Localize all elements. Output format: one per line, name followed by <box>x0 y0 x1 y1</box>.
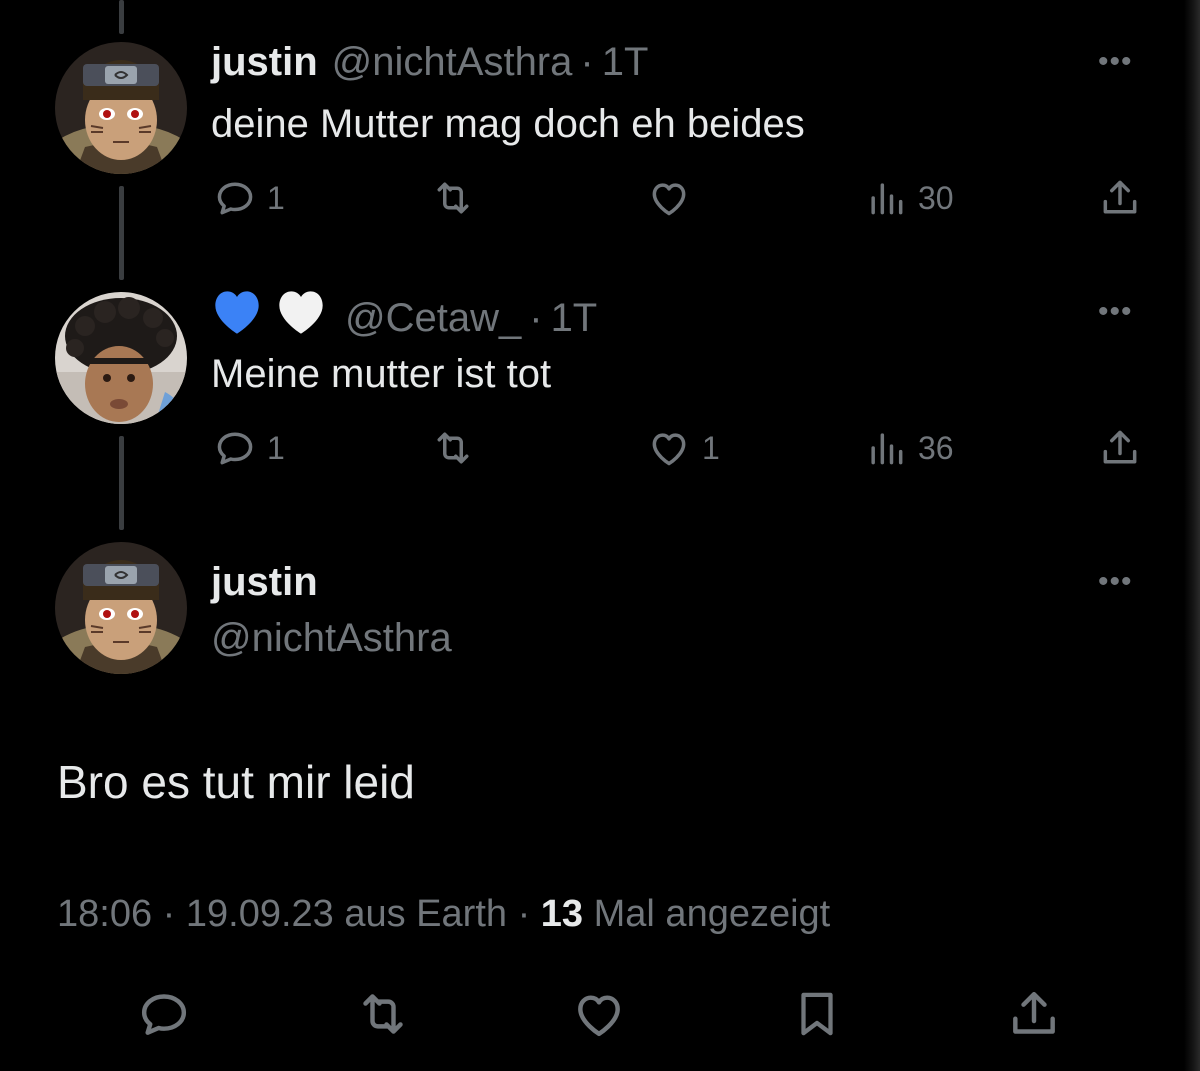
reply-icon <box>217 182 253 215</box>
time[interactable]: 18:06 <box>57 893 152 935</box>
share-button[interactable] <box>1006 986 1062 1042</box>
like-icon <box>652 433 686 466</box>
share-button[interactable] <box>1098 426 1142 470</box>
tweet-text: Bro es tut mir leid <box>57 756 415 808</box>
views-button[interactable]: 30 <box>864 176 954 220</box>
tweet-header: justin @nichtAsthra · 1T <box>211 38 648 86</box>
thread-line <box>119 436 124 530</box>
bookmark-button[interactable] <box>790 986 844 1042</box>
bookmark-icon <box>801 992 833 1036</box>
reply-icon <box>141 994 187 1035</box>
separator-dot: · <box>580 40 594 84</box>
share-icon <box>1103 430 1137 464</box>
display-name[interactable]: justin <box>211 558 318 606</box>
views-count: 13 <box>540 893 584 935</box>
avatar-justin[interactable] <box>55 42 187 174</box>
reply-count: 1 <box>267 179 285 216</box>
retweet-icon <box>437 182 469 214</box>
views-icon <box>871 183 903 215</box>
like-icon <box>578 995 620 1037</box>
tweet-meta: 18:06 · 19.09.23 aus Earth · 13 Mal ange… <box>57 890 830 938</box>
retweet-button[interactable] <box>352 986 414 1042</box>
avatar-justin[interactable] <box>55 542 187 674</box>
more-icon[interactable]: ••• <box>1098 47 1133 77</box>
views-count: 36 <box>918 429 954 466</box>
more-icon[interactable]: ••• <box>1098 567 1133 597</box>
display-name[interactable]: justin <box>211 38 318 86</box>
like-button[interactable] <box>570 986 628 1042</box>
reply-button[interactable]: 1 <box>213 176 285 220</box>
screen-edge <box>1184 0 1200 1071</box>
retweet-icon <box>363 994 403 1034</box>
date[interactable]: 19.09.23 <box>186 893 334 935</box>
handle[interactable]: @Cetaw_ <box>345 294 521 342</box>
reply-button[interactable]: 1 <box>213 426 285 470</box>
like-icon <box>652 183 686 216</box>
separator-dot: · <box>529 295 543 340</box>
reply-icon <box>217 432 253 465</box>
avatar-image <box>55 292 187 424</box>
retweet-icon <box>437 432 469 464</box>
tweet-text: deine Mutter mag doch eh beides <box>211 102 805 146</box>
timestamp[interactable]: 1T <box>602 38 649 86</box>
reply-button[interactable] <box>136 986 192 1042</box>
handle[interactable]: @nichtAsthra <box>332 38 573 86</box>
separator-dot: · <box>517 893 541 935</box>
retweet-button[interactable] <box>428 176 478 220</box>
retweet-button[interactable] <box>428 426 478 470</box>
separator-dot: · <box>162 893 186 935</box>
avatar-cetaw[interactable] <box>55 292 187 424</box>
thread-line <box>119 0 124 34</box>
views-count: 30 <box>918 179 954 216</box>
share-icon <box>1103 180 1137 214</box>
avatar-image <box>55 542 187 674</box>
main-display-name-row: justin <box>211 558 318 606</box>
share-button[interactable] <box>1098 176 1142 220</box>
tweet-header: @Cetaw_ · 1T <box>211 288 597 347</box>
avatar-image <box>55 42 187 174</box>
share-icon <box>1013 991 1055 1034</box>
views-icon <box>871 433 903 465</box>
blue-heart-icon <box>211 288 263 347</box>
reply-count: 1 <box>267 429 285 466</box>
like-count: 1 <box>702 429 720 466</box>
tweet-text: Meine mutter ist tot <box>211 352 552 396</box>
white-heart-icon <box>275 288 327 347</box>
main-handle-row: @nichtAsthra <box>211 614 452 662</box>
handle[interactable]: @nichtAsthra <box>211 614 452 662</box>
views-button[interactable]: 36 <box>864 426 954 470</box>
source: aus Earth <box>344 893 508 935</box>
like-button[interactable]: 1 <box>646 426 720 470</box>
thread-line <box>119 186 124 280</box>
more-icon[interactable]: ••• <box>1098 297 1133 327</box>
timestamp[interactable]: 1T <box>551 294 598 342</box>
views-label: Mal angezeigt <box>593 893 831 935</box>
like-button[interactable] <box>646 176 692 220</box>
